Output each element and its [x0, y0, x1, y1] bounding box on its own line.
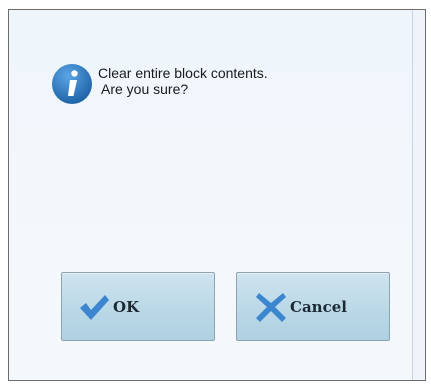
message-line-2: Are you sure? — [101, 81, 189, 97]
cancel-button-label: Cancel — [290, 297, 347, 316]
x-icon — [256, 292, 286, 322]
cancel-button[interactable]: Cancel — [236, 272, 390, 341]
dialog-right-edge — [412, 10, 425, 380]
dialog-message: Clear entire block contents. Are you sur… — [98, 65, 268, 97]
ok-button-label: OK — [113, 297, 140, 316]
ok-button[interactable]: OK — [61, 272, 215, 341]
checkmark-icon — [80, 294, 109, 320]
confirmation-dialog: Clear entire block contents. Are you sur… — [8, 9, 426, 381]
info-icon — [52, 64, 92, 104]
message-line-1: Clear entire block contents. — [98, 65, 268, 81]
